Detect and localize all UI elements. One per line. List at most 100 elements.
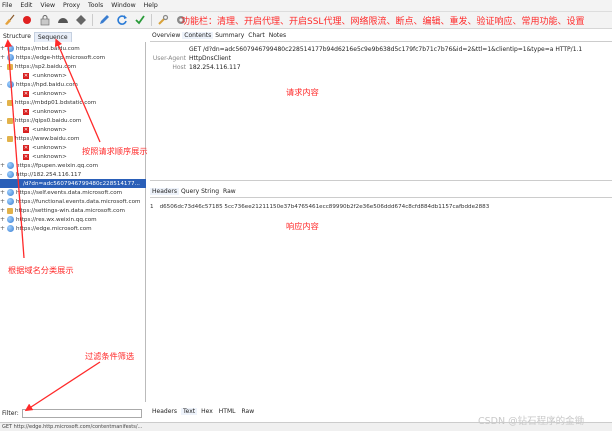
globe-icon — [7, 216, 14, 223]
annotation-response: 响应内容 — [286, 221, 319, 231]
expand-toggle-icon[interactable]: + — [0, 216, 5, 223]
tab-contents[interactable]: Contents — [182, 32, 214, 39]
tree-host-item[interactable]: + https://edge-http.microsoft.com — [0, 53, 146, 62]
tree-child-item[interactable]: ✕ <unknown> — [0, 125, 146, 134]
toolbar-separator — [92, 14, 93, 26]
split-divider[interactable] — [150, 180, 612, 181]
tab-summary[interactable]: Summary — [213, 32, 246, 39]
repeat-icon[interactable] — [115, 13, 129, 27]
tab-overview[interactable]: Overview — [150, 32, 182, 39]
filter-input[interactable] — [21, 408, 142, 418]
menu-view[interactable]: View — [40, 2, 55, 9]
tab-html[interactable]: HTML — [217, 408, 238, 415]
tree-item-label: https://edge-http.microsoft.com — [16, 54, 106, 61]
tree-host-item[interactable]: + https://functional.events.data.microsof… — [0, 197, 146, 206]
expand-toggle-icon[interactable]: + — [0, 189, 5, 196]
host-tree: + https://mbd.baidu.com + https://edge-http… — [0, 42, 146, 402]
detail-panel: Overview Contents Summary Chart Notes GE… — [150, 30, 612, 422]
tree-item-label: https://mbdp01.bdstatic.com — [15, 99, 97, 106]
record-icon[interactable] — [20, 13, 34, 27]
tab-query-string[interactable]: Query String — [179, 188, 221, 195]
tab-notes[interactable]: Notes — [267, 32, 288, 39]
filter-label: Filter: — [2, 409, 19, 417]
tree-host-item[interactable]: + https://mbd.baidu.com — [0, 44, 146, 53]
response-text: d6506dc73d46c57185 5cc736ee21211150e37b4… — [159, 204, 490, 210]
tree-host-item[interactable]: + https://edge.microsoft.com — [0, 224, 146, 233]
ssl-lock-icon[interactable] — [38, 13, 52, 27]
tab-resp-raw[interactable]: Raw — [239, 408, 256, 415]
tree-host-item[interactable]: - https://mbdp01.bdstatic.com — [0, 98, 146, 107]
expand-toggle-icon[interactable]: - — [0, 117, 5, 124]
error-icon: ✕ — [23, 72, 29, 79]
broom-icon[interactable] — [2, 13, 16, 27]
expand-toggle-icon[interactable]: + — [0, 225, 5, 232]
expand-toggle-icon[interactable]: + — [0, 198, 5, 205]
expand-toggle-icon[interactable]: - — [0, 171, 5, 178]
tools-icon[interactable] — [156, 13, 170, 27]
tree-host-item[interactable]: + https://fpupen.weixin.qq.com — [0, 161, 146, 170]
tree-item-label: <unknown> — [32, 72, 67, 79]
annotation-sequence: 按照请求顺序展示 — [82, 146, 148, 156]
tab-structure[interactable]: Structure — [0, 32, 34, 42]
tab-hex[interactable]: Hex — [199, 408, 215, 415]
tree-child-item[interactable]: ✕ <unknown> — [0, 71, 146, 80]
tab-chart[interactable]: Chart — [246, 32, 267, 39]
tree-host-item[interactable]: - https://sp2.baidu.com — [0, 62, 146, 71]
tree-item-label: https://settings-win.data.microsoft.com — [15, 207, 126, 214]
menu-proxy[interactable]: Proxy — [63, 2, 80, 9]
globe-icon — [7, 162, 14, 169]
expand-toggle-icon[interactable]: - — [0, 63, 5, 70]
tree-host-item[interactable]: - http://182.254.116.117 — [0, 170, 146, 179]
menu-edit[interactable]: Edit — [20, 2, 32, 9]
globe-icon — [7, 81, 14, 88]
annotation-filter: 过滤条件筛选 — [85, 351, 135, 361]
menu-help[interactable]: Help — [144, 2, 158, 9]
tree-item-label: https://mbd.baidu.com — [16, 45, 80, 52]
expand-toggle-icon[interactable]: + — [0, 207, 5, 214]
request-pane: GET /d?dn=adc5607946799480c228514177b94d… — [150, 42, 612, 170]
tab-headers[interactable]: Headers — [150, 188, 179, 195]
tree-child-item[interactable]: ✕ <unknown> — [0, 89, 146, 98]
tab-text[interactable]: Text — [180, 408, 198, 415]
toolbar-annotation: 功能栏：清理、开启代理、开启SSL代理、网络限流、断点、编辑、重发、验证响应、常… — [181, 17, 585, 27]
tab-sequence[interactable]: Sequence — [33, 32, 72, 42]
tree-child-item[interactable]: /d?dn=adc5607946799480c228514177... — [0, 179, 146, 188]
menu-file[interactable]: File — [2, 2, 12, 9]
tree-host-item[interactable]: + https://settings-win.data.microsoft.com — [0, 206, 146, 215]
tree-host-item[interactable]: + https://self.events.data.microsoft.com — [0, 188, 146, 197]
error-icon: ✕ — [23, 90, 29, 97]
menu-tools[interactable]: Tools — [88, 2, 103, 9]
tree-item-label: https://self.events.data.microsoft.com — [16, 189, 123, 196]
lock-icon — [7, 135, 13, 142]
tree-item-label: <unknown> — [32, 108, 67, 115]
tree-item-label: <unknown> — [32, 153, 67, 160]
tree-item-label: https://functional.events.data.microsoft… — [16, 198, 141, 205]
tree-host-item[interactable]: - https://hpd.baidu.com — [0, 80, 146, 89]
tab-raw[interactable]: Raw — [221, 188, 238, 195]
tab-resp-headers[interactable]: Headers — [150, 408, 179, 415]
expand-toggle-icon[interactable]: + — [0, 162, 5, 169]
error-icon: ✕ — [23, 144, 29, 151]
expand-toggle-icon[interactable]: + — [0, 45, 5, 52]
validate-check-icon[interactable] — [133, 13, 147, 27]
tree-child-item[interactable]: ✕ <unknown> — [0, 107, 146, 116]
edit-pencil-icon[interactable] — [97, 13, 111, 27]
globe-icon — [7, 189, 14, 196]
breakpoint-icon[interactable] — [74, 13, 88, 27]
tree-host-item[interactable]: - https://qips0.baidu.com — [0, 116, 146, 125]
tree-host-item[interactable]: + https://res.wx.weixin.qq.com — [0, 215, 146, 224]
lock-icon — [7, 117, 13, 124]
tree-item-label: <unknown> — [32, 90, 67, 97]
tree-item-label: https://sp2.baidu.com — [15, 63, 77, 70]
tree-host-item[interactable]: - https://www.baidu.com — [0, 134, 146, 143]
left-tabs: Structure Sequence — [0, 32, 146, 42]
expand-toggle-icon[interactable]: + — [0, 54, 5, 61]
expand-toggle-icon[interactable]: - — [0, 135, 5, 142]
throttle-icon[interactable] — [56, 13, 70, 27]
error-icon: ✕ — [23, 153, 29, 160]
tree-item-label: /d?dn=adc5607946799480c228514177... — [23, 180, 140, 187]
expand-toggle-icon[interactable]: - — [0, 81, 5, 88]
lock-icon — [7, 207, 13, 214]
expand-toggle-icon[interactable]: - — [0, 99, 5, 106]
menu-window[interactable]: Window — [111, 2, 135, 9]
